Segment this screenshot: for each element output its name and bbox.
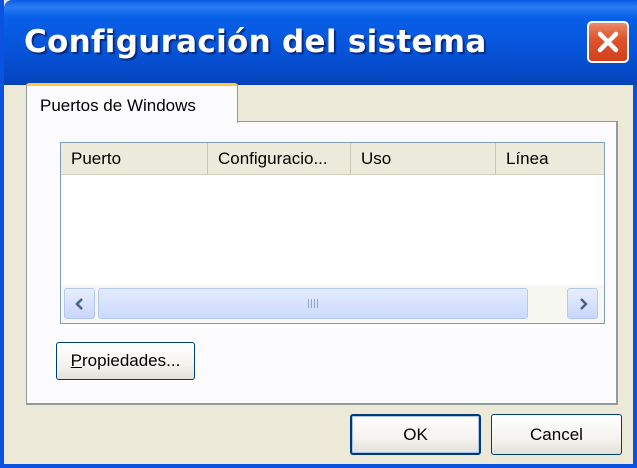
dialog-window: Configuración del sistema Puertos de Win… [0,0,637,468]
scroll-right-button[interactable] [567,288,598,319]
column-header-linea[interactable]: Línea [496,143,604,174]
ok-button[interactable]: OK [350,414,481,455]
tab-label: Puertos de Windows [40,96,196,115]
properties-label: ropiedades... [82,351,181,370]
chevron-left-icon [74,297,83,310]
column-header-puerto[interactable]: Puerto [61,143,208,174]
properties-button[interactable]: Propiedades... [56,342,195,380]
tab-puertos-de-windows[interactable]: Puertos de Windows [26,83,238,123]
scroll-thumb[interactable] [98,288,528,319]
chevron-right-icon [579,297,588,310]
list-header: Puerto Configuracio... Uso Línea [61,143,604,175]
tab-panel: Puerto Configuracio... Uso Línea P ropie… [26,121,618,405]
cancel-button[interactable]: Cancel [491,414,622,455]
window-title: Configuración del sistema [24,24,487,60]
properties-mnemonic: P [70,351,83,370]
close-button[interactable] [587,21,629,63]
column-header-uso[interactable]: Uso [351,143,496,174]
horizontal-scrollbar[interactable] [61,285,604,323]
column-header-configuracion[interactable]: Configuracio... [208,143,351,174]
grip-icon [308,299,318,308]
title-bar[interactable]: Configuración del sistema [4,0,637,85]
scroll-left-button[interactable] [64,288,95,319]
close-icon [597,31,619,53]
ports-list-view[interactable]: Puerto Configuracio... Uso Línea [60,142,605,324]
